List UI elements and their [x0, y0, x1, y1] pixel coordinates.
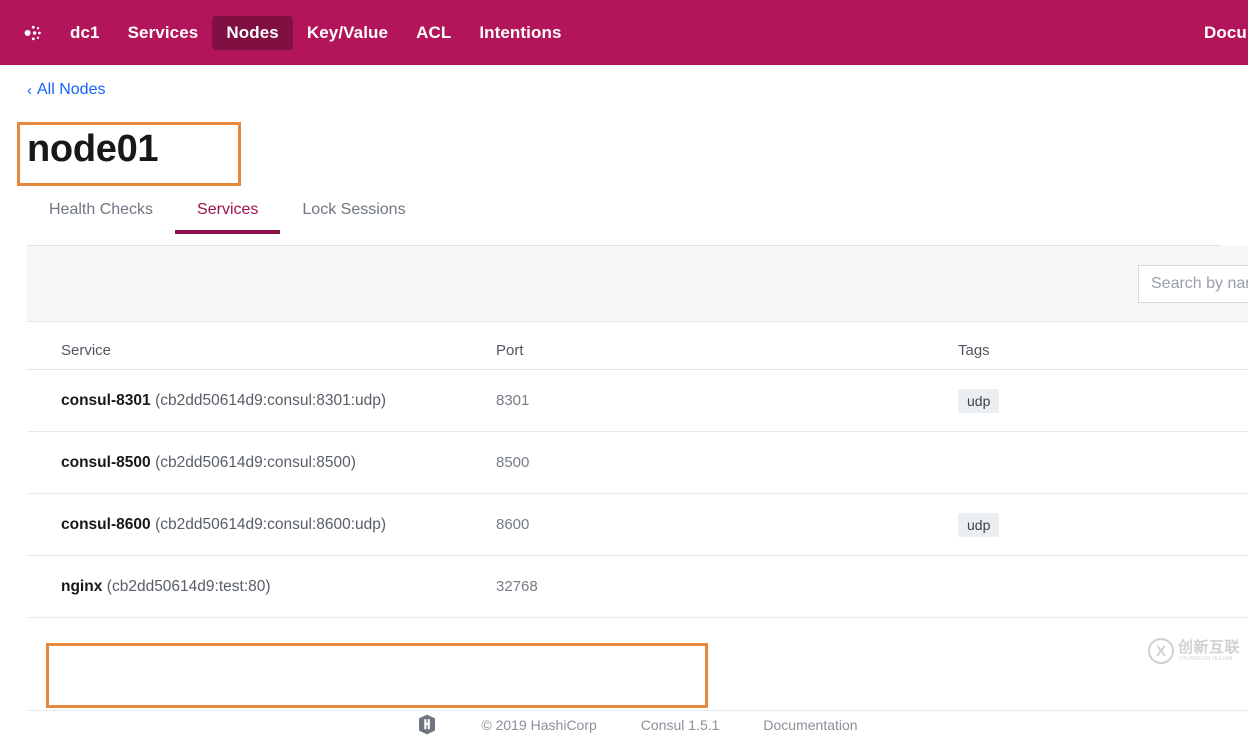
footer-documentation-link[interactable]: Documentation [763, 717, 857, 733]
nav-item-nodes[interactable]: Nodes [212, 15, 293, 50]
service-id: (cb2dd50614d9:consul:8301:udp) [155, 391, 387, 409]
search-box[interactable] [1138, 265, 1248, 303]
page-content: ‹ All Nodes node01 Health Checks Service… [0, 65, 1248, 735]
service-id: (cb2dd50614d9:test:80) [106, 577, 271, 595]
table-row[interactable]: nginx (cb2dd50614d9:test:80) 32768 [27, 556, 1248, 618]
watermark-logo-icon: X [1148, 638, 1174, 664]
tab-health-checks[interactable]: Health Checks [27, 193, 175, 233]
page-footer: © 2019 HashiCorp Consul 1.5.1 Documentat… [27, 710, 1248, 738]
service-name: consul-8500 [61, 453, 151, 471]
table-row[interactable]: consul-8600 (cb2dd50614d9:consul:8600:ud… [27, 494, 1248, 556]
tag-badge: udp [958, 512, 1000, 537]
port-cell: 32768 [496, 578, 538, 595]
table-row[interactable]: consul-8500 (cb2dd50614d9:consul:8500) 8… [27, 432, 1248, 494]
hashicorp-logo-icon [419, 714, 436, 735]
nav-item-services[interactable]: Services [114, 16, 213, 50]
service-name: consul-8301 [61, 391, 151, 409]
chevron-left-icon: ‹ [27, 81, 32, 99]
watermark-text: 创新互联 CHUANGXIN HULIAN [1178, 640, 1240, 662]
tab-list: Health Checks Services Lock Sessions [27, 193, 1221, 246]
watermark-en-text: CHUANGXIN HULIAN [1178, 656, 1233, 662]
service-cell: nginx (cb2dd50614d9:test:80) [61, 578, 496, 596]
nav-item-intentions[interactable]: Intentions [465, 16, 575, 50]
nav-documentation-container: Documentation [1204, 0, 1248, 65]
port-cell: 8500 [496, 454, 530, 471]
nav-item-key-value[interactable]: Key/Value [293, 16, 402, 50]
port-cell: 8600 [496, 516, 530, 533]
service-cell: consul-8301 (cb2dd50614d9:consul:8301:ud… [61, 392, 496, 410]
tags-cell: udp [958, 388, 1218, 413]
page-title: node01 [27, 128, 159, 170]
watermark-cn-text: 创新互联 [1178, 639, 1241, 656]
breadcrumb-all-nodes[interactable]: ‹ All Nodes [27, 81, 105, 99]
filter-bar [27, 246, 1248, 322]
nav-item-acl[interactable]: ACL [402, 16, 465, 50]
service-id: (cb2dd50614d9:consul:8500) [155, 453, 356, 471]
services-table: Service Port Tags consul-8301 (cb2dd5061… [27, 322, 1248, 618]
column-header-port: Port [496, 342, 524, 359]
tab-lock-sessions[interactable]: Lock Sessions [280, 193, 427, 233]
port-cell: 8301 [496, 392, 530, 409]
watermark: X 创新互联 CHUANGXIN HULIAN [1148, 634, 1246, 668]
tags-cell: udp [958, 512, 1218, 537]
tab-services[interactable]: Services [175, 193, 281, 234]
breadcrumb-label: All Nodes [37, 81, 106, 98]
table-row[interactable]: consul-8301 (cb2dd50614d9:consul:8301:ud… [27, 370, 1248, 432]
top-navigation-bar: dc1 Services Nodes Key/Value ACL Intenti… [0, 0, 1248, 65]
service-cell: consul-8600 (cb2dd50614d9:consul:8600:ud… [61, 516, 496, 534]
column-header-tags: Tags [958, 342, 990, 359]
nav-item-list: dc1 Services Nodes Key/Value ACL Intenti… [56, 15, 576, 50]
footer-version: Consul 1.5.1 [640, 716, 720, 733]
service-name: consul-8600 [61, 515, 151, 533]
service-cell: consul-8500 (cb2dd50614d9:consul:8500) [61, 454, 496, 472]
nav-item-documentation[interactable]: Documentation [1204, 16, 1248, 50]
service-id: (cb2dd50614d9:consul:8600:udp) [155, 515, 387, 533]
consul-logo-icon [14, 18, 41, 47]
consul-logo-link[interactable] [0, 0, 56, 65]
tag-badge: udp [958, 388, 1000, 413]
search-input[interactable] [1151, 275, 1248, 293]
nav-item-dc1[interactable]: dc1 [56, 16, 114, 50]
service-name: nginx [61, 577, 103, 595]
table-header-row: Service Port Tags [27, 322, 1248, 370]
footer-copyright: © 2019 HashiCorp [481, 716, 597, 733]
column-header-service: Service [61, 342, 112, 359]
